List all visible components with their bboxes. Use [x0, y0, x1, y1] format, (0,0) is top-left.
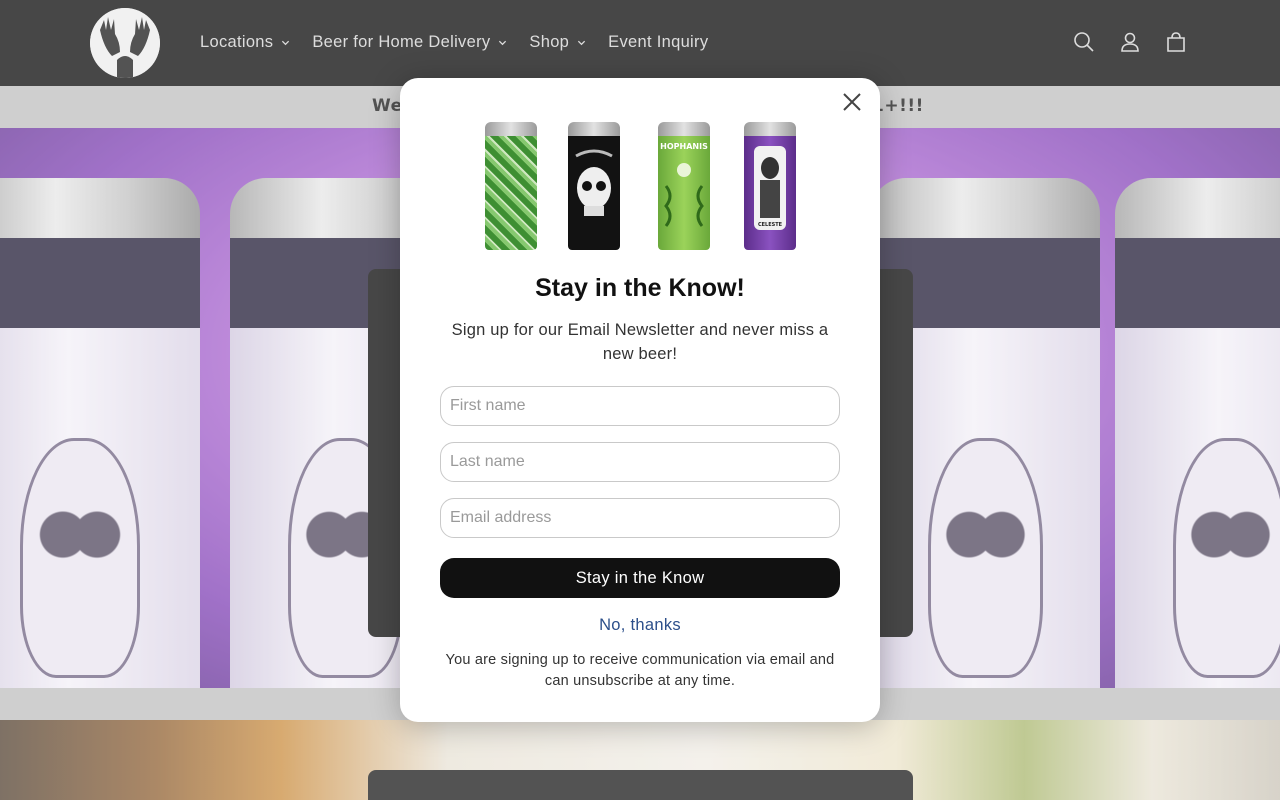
close-button[interactable] [840, 90, 864, 114]
email-field[interactable] [440, 498, 840, 538]
subscribe-button[interactable]: Stay in the Know [440, 558, 840, 598]
green-hophanis-can: HOPHANIS [658, 122, 710, 250]
green-snake-can [485, 122, 537, 250]
featured-cans-image: HOPHANIS CELESTE [482, 122, 802, 252]
newsletter-modal: HOPHANIS CELESTE Stay in the Know! Sign … [400, 78, 880, 722]
modal-title: Stay in the Know! [535, 274, 745, 302]
close-icon [843, 93, 861, 111]
signup-disclaimer: You are signing up to receive communicat… [445, 652, 835, 689]
can-label: CELESTE [757, 222, 783, 228]
purple-figure-can: CELESTE [744, 122, 796, 250]
last-name-field[interactable] [440, 442, 840, 482]
modal-subtitle: Sign up for our Email Newsletter and nev… [451, 321, 829, 363]
no-thanks-link[interactable]: No, thanks [400, 616, 880, 635]
black-skull-can [568, 122, 620, 250]
first-name-field[interactable] [440, 386, 840, 426]
